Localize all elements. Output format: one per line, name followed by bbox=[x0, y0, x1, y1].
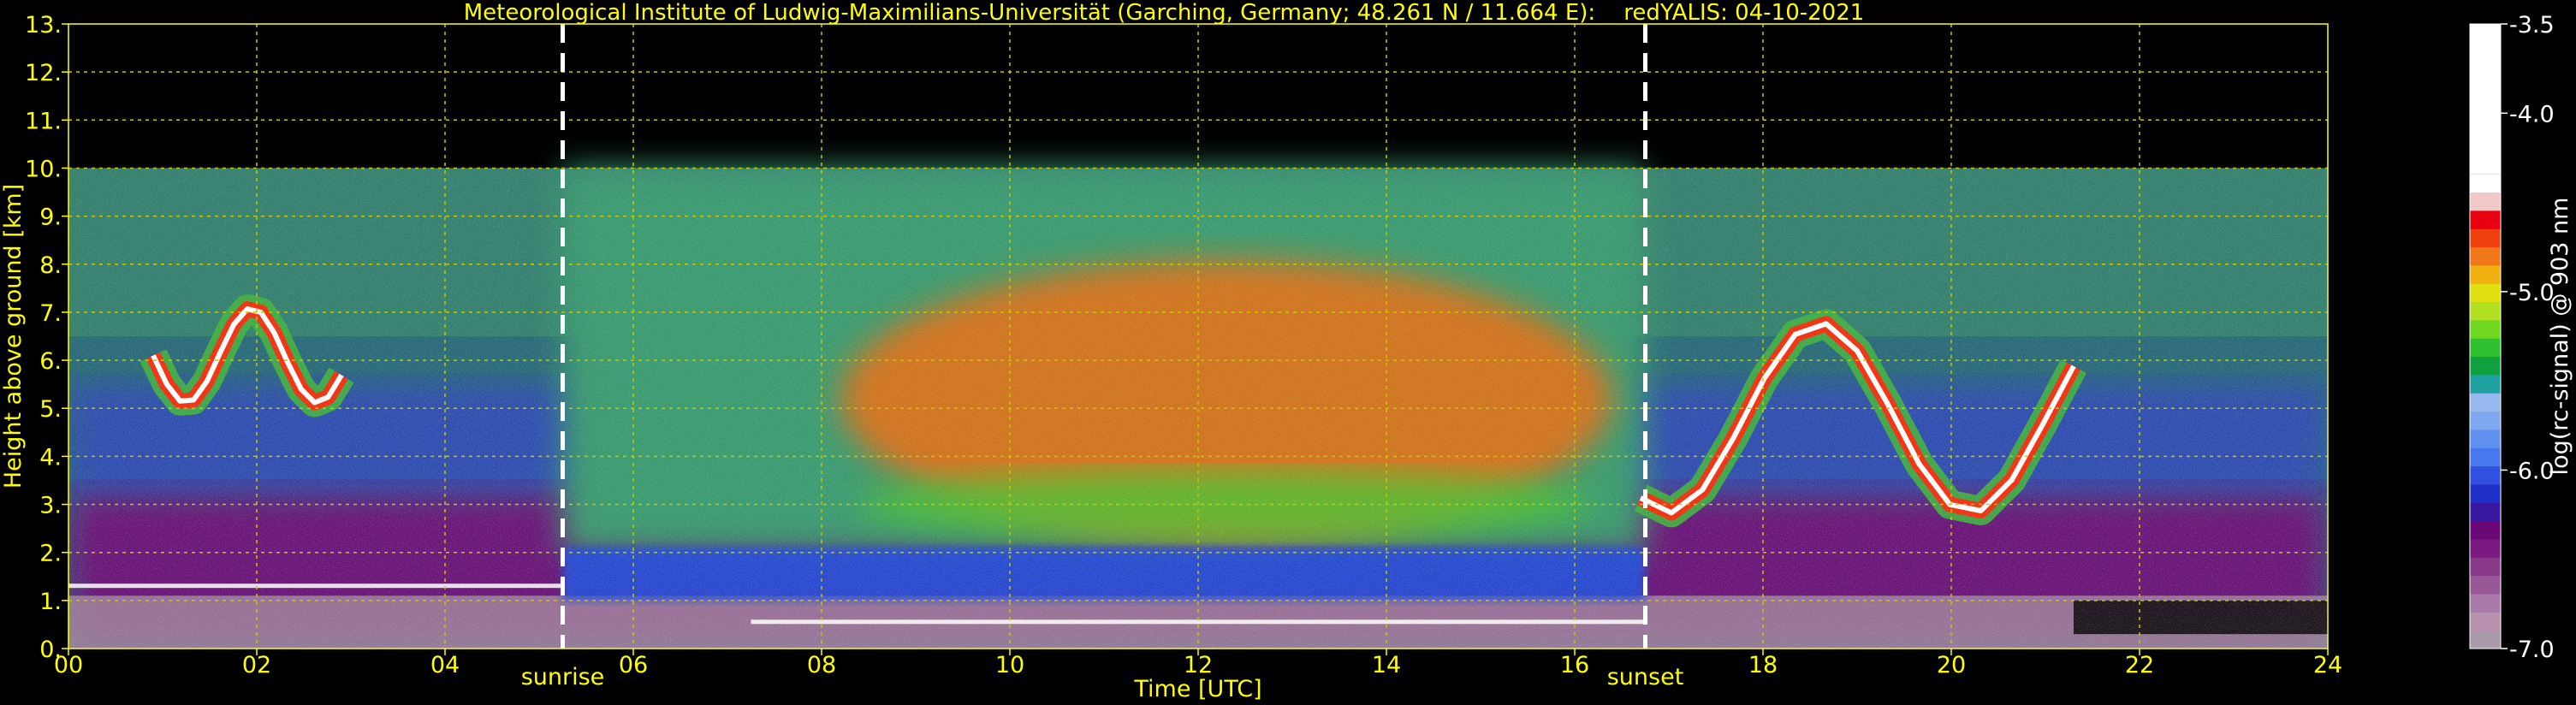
colorbar-swatch bbox=[2470, 520, 2501, 540]
y-tick-label: 7. bbox=[39, 300, 62, 327]
colorbar-swatch bbox=[2470, 301, 2501, 321]
x-tick-label: 12 bbox=[1184, 652, 1213, 678]
sunrise-label: sunrise bbox=[521, 664, 605, 690]
colorbar-swatch bbox=[2470, 174, 2501, 193]
sunset-label: sunset bbox=[1607, 664, 1684, 690]
x-tick-label: 04 bbox=[430, 652, 460, 678]
x-tick-label: 00 bbox=[54, 652, 83, 678]
x-tick-label: 20 bbox=[1937, 652, 1966, 678]
colorbar-swatch bbox=[2470, 411, 2501, 430]
colorbar-tick-label: -4.0 bbox=[2509, 101, 2555, 127]
colorbar-swatch bbox=[2470, 612, 2501, 631]
colorbar-swatch bbox=[2470, 502, 2501, 522]
colorbar-tick-label: -7.0 bbox=[2509, 637, 2555, 663]
y-tick-label: 1. bbox=[39, 589, 62, 615]
y-tick-label: 8. bbox=[39, 252, 62, 279]
y-tick-label: 2. bbox=[39, 541, 62, 567]
colorbar-swatch bbox=[2470, 210, 2501, 229]
x-tick-label: 14 bbox=[1372, 652, 1401, 678]
colorbar-swatch bbox=[2470, 356, 2501, 376]
colorbar-swatch bbox=[2470, 393, 2501, 412]
y-axis-label: Height above ground [km] bbox=[0, 184, 27, 489]
y-tick-label: 4. bbox=[39, 444, 62, 471]
colorbar-tick-label: -3.5 bbox=[2509, 12, 2555, 39]
y-tick-label: 13. bbox=[25, 12, 62, 39]
x-tick-label: 08 bbox=[807, 652, 836, 678]
x-tick-label: 24 bbox=[2313, 652, 2342, 678]
y-tick-label: 5. bbox=[39, 396, 62, 423]
colorbar-swatch bbox=[2470, 338, 2501, 358]
colorbar-swatch bbox=[2470, 538, 2501, 558]
y-tick-label: 12. bbox=[25, 60, 62, 86]
lidar-heatmap-chart: sunrise sunset 0.1.2.3.4.5.6.7.8.9.10.11.… bbox=[0, 12, 2573, 702]
colorbar-swatch bbox=[2470, 630, 2501, 649]
y-tick-label: 3. bbox=[39, 493, 62, 519]
colorbar-swatch bbox=[2470, 593, 2501, 613]
y-tick-label: 6. bbox=[39, 348, 62, 375]
y-tick-label: 10. bbox=[25, 156, 62, 182]
colorbar-swatch bbox=[2470, 429, 2501, 448]
x-tick-label: 16 bbox=[1560, 652, 1589, 678]
x-tick-label: 22 bbox=[2125, 652, 2154, 678]
colorbar-swatch bbox=[2470, 483, 2501, 503]
colorbar-swatch bbox=[2470, 228, 2501, 248]
colorbar-swatch bbox=[2470, 557, 2501, 577]
colorbar-swatch bbox=[2470, 465, 2501, 485]
colorbar-swatch bbox=[2470, 575, 2501, 595]
colorbar-label: log(rc-signal) @ 903 nm bbox=[2547, 198, 2573, 476]
colorbar-swatch bbox=[2470, 447, 2501, 467]
x-tick-label: 06 bbox=[619, 652, 648, 678]
colorbar-swatch bbox=[2470, 192, 2501, 211]
colorbar-top-swatch bbox=[2470, 24, 2501, 175]
colorbar-swatch bbox=[2470, 319, 2501, 339]
x-tick-label: 18 bbox=[1748, 652, 1778, 678]
colorbar-swatch bbox=[2470, 283, 2501, 303]
y-tick-label: 9. bbox=[39, 204, 62, 231]
colorbar-swatch bbox=[2470, 264, 2501, 284]
colorbar-swatch bbox=[2470, 246, 2501, 266]
x-tick-label: 10 bbox=[995, 652, 1024, 678]
colorbar-swatch bbox=[2470, 374, 2501, 394]
y-tick-label: 11. bbox=[25, 108, 62, 134]
x-tick-label: 02 bbox=[242, 652, 271, 678]
colorbar: -3.5-4.0-5.0-6.0-7.0log(rc-signal) @ 903… bbox=[2469, 12, 2573, 663]
x-axis-label: Time [UTC] bbox=[1133, 676, 1261, 702]
